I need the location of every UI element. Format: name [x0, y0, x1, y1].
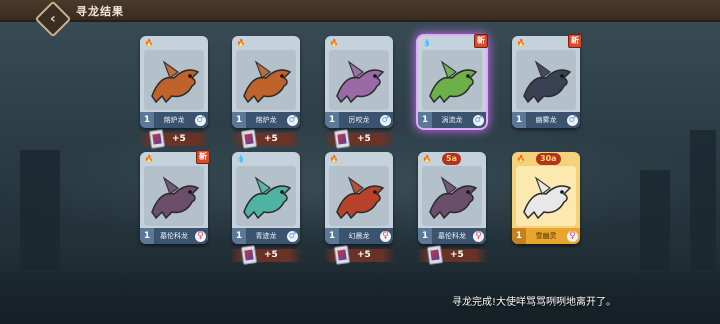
card-fragment-icon [333, 129, 351, 149]
reward-strip: +5 [138, 129, 210, 149]
male-icon: ♂ [473, 115, 484, 126]
female-icon: ♀ [473, 231, 484, 242]
dragon-level: 1 [140, 228, 154, 244]
female-icon: ♀ [380, 231, 391, 242]
reward-strip: +5 [230, 129, 302, 149]
card-fragment-icon [240, 129, 258, 149]
reward-amount: +5 [264, 250, 278, 260]
background-rock [690, 130, 716, 270]
dragon-name: 雪幽灵 [535, 232, 557, 240]
fire-element-icon: 🔥 [422, 155, 432, 163]
female-icon: ♀ [567, 231, 578, 242]
dragon-card[interactable]: 🔥 1 墓伦科龙 ♀ 新 [140, 150, 210, 244]
card-fragment-icon [148, 129, 166, 149]
fire-element-icon: 🔥 [144, 39, 154, 47]
dragon-portrait [329, 166, 389, 226]
result-message: 寻龙完成!大使咩骂骂咧咧地离开了。 [452, 297, 617, 308]
dragon-portrait [516, 166, 576, 226]
reward-amount: +5 [450, 250, 464, 260]
fire-element-icon: 🔥 [144, 155, 154, 163]
dragon-card[interactable]: 🔥 1 墓伦科龙 ♀ 5a [418, 152, 486, 244]
dragon-name: 熔炉龙 [163, 116, 185, 124]
reward-strip: +5 [323, 245, 395, 265]
new-badge: 新 [568, 34, 582, 48]
dragon-card[interactable]: 🔥 1 熔炉龙 ♂ [232, 36, 300, 128]
card-fragment-icon [333, 245, 351, 265]
dragon-card[interactable]: 💧 1 青迹龙 ♂ [232, 152, 300, 244]
dragon-level: 1 [512, 112, 526, 128]
dragon-level: 1 [418, 228, 432, 244]
dragon-card[interactable]: 🔥 1 雪幽灵 ♀ 30a [512, 152, 580, 244]
male-icon: ♂ [195, 115, 206, 126]
fire-element-icon: 🔥 [516, 155, 526, 163]
reward-amount: +5 [264, 134, 278, 144]
fire-element-icon: 🔥 [516, 39, 526, 47]
male-icon: ♂ [567, 115, 578, 126]
dragon-name: 墓伦科龙 [438, 232, 466, 240]
reward-amount: +5 [172, 134, 186, 144]
male-icon: ♂ [287, 231, 298, 242]
new-badge: 新 [196, 150, 210, 164]
dragon-card[interactable]: 🔥 1 厉咬龙 ♂ [325, 36, 393, 128]
female-icon: ♀ [195, 231, 206, 242]
dragon-level: 1 [140, 112, 154, 128]
reward-strip: +5 [230, 245, 302, 265]
card-fragment-icon [240, 245, 258, 265]
dragon-portrait [144, 50, 204, 110]
dragon-level: 1 [325, 228, 339, 244]
dragon-portrait [236, 50, 296, 110]
dragon-portrait [422, 50, 482, 110]
dragon-card[interactable]: 🔥 1 熔炉龙 ♂ [140, 36, 208, 128]
male-icon: ♂ [287, 115, 298, 126]
dragon-portrait [236, 166, 296, 226]
reward-strip: +5 [323, 129, 395, 149]
dragon-level: 1 [512, 228, 526, 244]
card-fragment-icon [426, 245, 444, 265]
dragon-name: 幻晨龙 [348, 232, 370, 240]
water-element-icon: 💧 [422, 39, 432, 47]
dragon-name: 涡流龙 [441, 116, 463, 124]
reward-strip: +5 [416, 245, 488, 265]
background-rock [640, 170, 670, 270]
dragon-name: 厉咬龙 [348, 116, 370, 124]
new-badge: 新 [474, 34, 488, 48]
dragon-card[interactable]: 🔥 1 幽雾龙 ♂ 新 [512, 34, 582, 128]
dragon-card[interactable]: 💧 1 涡流龙 ♂ 新 [418, 34, 488, 128]
dragon-level: 1 [232, 228, 246, 244]
dragon-name: 青迹龙 [255, 232, 277, 240]
duplicate-tag: 30a [536, 153, 561, 165]
dragon-portrait [516, 50, 576, 110]
dragon-card[interactable]: 🔥 1 幻晨龙 ♀ [325, 152, 393, 244]
reward-amount: +5 [357, 250, 371, 260]
back-arrow-icon: ‹ [50, 11, 56, 27]
dragon-level: 1 [418, 112, 432, 128]
water-element-icon: 💧 [236, 155, 246, 163]
page-title: 寻龙结果 [76, 5, 124, 18]
dragon-portrait [422, 166, 482, 226]
male-icon: ♂ [380, 115, 391, 126]
background-rock [20, 150, 60, 270]
fire-element-icon: 🔥 [329, 39, 339, 47]
dragon-name: 幽雾龙 [535, 116, 557, 124]
duplicate-tag: 5a [442, 153, 461, 165]
fire-element-icon: 🔥 [236, 39, 246, 47]
dragon-portrait [329, 50, 389, 110]
reward-amount: +5 [357, 134, 371, 144]
dragon-portrait [144, 166, 204, 226]
dragon-name: 墓伦科龙 [160, 232, 188, 240]
dragon-name: 熔炉龙 [255, 116, 277, 124]
fire-element-icon: 🔥 [329, 155, 339, 163]
dragon-level: 1 [232, 112, 246, 128]
dragon-level: 1 [325, 112, 339, 128]
